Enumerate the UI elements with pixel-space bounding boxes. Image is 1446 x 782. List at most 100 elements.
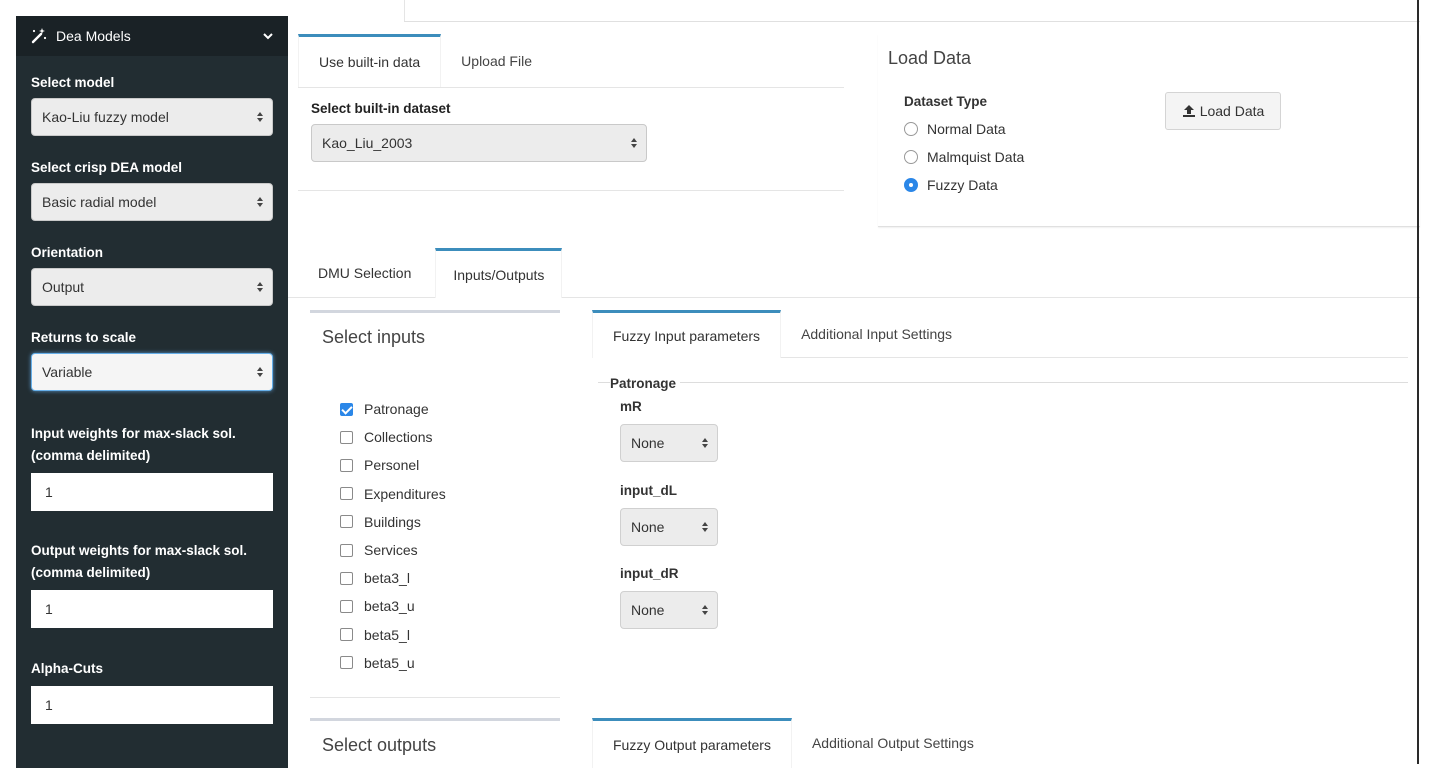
checkbox[interactable] <box>340 599 353 613</box>
dataset-label: Select built-in dataset <box>311 101 451 116</box>
radio-button[interactable] <box>904 122 918 136</box>
magic-wand-icon <box>31 28 47 44</box>
fuzzy-input-tabs: Fuzzy Input parameters Additional Input … <box>592 310 1408 358</box>
checkbox[interactable] <box>340 430 353 444</box>
checkbox-row[interactable]: Patronage <box>340 395 446 423</box>
checkbox-row[interactable]: Buildings <box>340 508 446 536</box>
dataset-type-group: Dataset Type Normal Data Malmquist Data … <box>904 94 1024 199</box>
select-model-label: Select model <box>31 75 115 90</box>
param-label: input_dR <box>620 566 679 581</box>
dropdown-value: None <box>631 519 665 535</box>
radio-label: Fuzzy Data <box>927 177 998 193</box>
checkbox[interactable] <box>340 628 353 642</box>
dataset-type-label: Dataset Type <box>904 94 988 109</box>
checkbox-row[interactable]: beta5_u <box>340 649 446 677</box>
radio-malmquist-data[interactable]: Malmquist Data <box>904 143 1024 171</box>
dataset-value: Kao_Liu_2003 <box>322 135 413 151</box>
dropdown-value: None <box>631 602 665 618</box>
tab-fuzzy-output-parameters[interactable]: Fuzzy Output parameters <box>592 718 792 768</box>
select-caret-icon <box>702 438 708 448</box>
tab-use-built-in-data[interactable]: Use built-in data <box>298 34 442 87</box>
output-weights-field[interactable]: 1 <box>31 590 273 628</box>
returns-to-scale-dropdown[interactable]: Variable <box>31 353 273 391</box>
chevron-down-icon[interactable] <box>262 30 274 42</box>
fieldset-legend-patronage: Patronage <box>610 376 681 391</box>
inputs-checkbox-list: Patronage Collections Personel Expenditu… <box>340 395 446 677</box>
input-weights-field[interactable]: 1 <box>31 473 273 511</box>
checkbox[interactable] <box>340 458 353 472</box>
fuzzy-output-tabs: Fuzzy Output parameters Additional Outpu… <box>592 718 1408 768</box>
tab-fuzzy-input-parameters[interactable]: Fuzzy Input parameters <box>592 310 782 358</box>
fuzzy-output-panel: Fuzzy Output parameters Additional Outpu… <box>592 718 1408 768</box>
checkbox-label: Expenditures <box>364 485 446 502</box>
param-label: input_dL <box>620 483 677 498</box>
checkbox-row[interactable]: Personel <box>340 451 446 479</box>
tab-inputs-outputs[interactable]: Inputs/Outputs <box>435 248 563 298</box>
checkbox-row[interactable]: beta3_u <box>340 592 446 620</box>
checkbox-row[interactable]: Expenditures <box>340 480 446 508</box>
tab-upload-file[interactable]: Upload File <box>441 34 552 87</box>
select-caret-icon <box>257 367 263 377</box>
checkbox-checked[interactable] <box>340 402 353 416</box>
select-model-dropdown[interactable]: Kao-Liu fuzzy model <box>31 98 273 136</box>
checkbox-label: Collections <box>364 429 433 446</box>
crisp-model-dropdown[interactable]: Basic radial model <box>31 183 273 221</box>
input-dr-dropdown[interactable]: None <box>620 591 718 629</box>
orientation-value: Output <box>42 279 85 295</box>
tab-dmu-selection[interactable]: DMU Selection <box>288 248 435 298</box>
checkbox[interactable] <box>340 515 353 529</box>
tab-additional-input-settings[interactable]: Additional Input Settings <box>781 310 972 358</box>
checkbox-row[interactable]: beta5_l <box>340 621 446 649</box>
divider <box>598 382 1408 383</box>
tab-additional-output-settings[interactable]: Additional Output Settings <box>792 718 994 768</box>
divider <box>404 21 1420 22</box>
load-data-button-label: Load Data <box>1199 103 1265 119</box>
checkbox[interactable] <box>340 487 353 501</box>
radio-normal-data[interactable]: Normal Data <box>904 115 1024 143</box>
dataset-dropdown[interactable]: Kao_Liu_2003 <box>311 124 647 162</box>
select-caret-icon <box>257 112 263 122</box>
load-data-title: Load Data <box>888 48 972 68</box>
radio-label: Malmquist Data <box>927 149 1025 165</box>
output-weights-label-line1: Output weights for max-slack sol. <box>31 543 248 558</box>
select-model-value: Kao-Liu fuzzy model <box>42 109 169 125</box>
scrollbar-edge[interactable] <box>1417 0 1419 764</box>
checkbox-label: beta3_l <box>364 570 410 587</box>
main-content: Use built-in data Upload File Select bui… <box>288 0 1446 782</box>
load-data-button[interactable]: Load Data <box>1165 92 1281 130</box>
input-dl-dropdown[interactable]: None <box>620 508 718 546</box>
alpha-cuts-field[interactable]: 1 <box>31 686 273 724</box>
input-weights-label-line1: Input weights for max-slack sol. <box>31 426 236 441</box>
output-weights-label-line2: (comma delimited) <box>31 565 151 580</box>
param-input-dl: input_dL None <box>620 482 718 546</box>
param-input-dr: input_dR None <box>620 565 718 629</box>
fuzzy-input-panel: Fuzzy Input parameters Additional Input … <box>592 310 1408 629</box>
orientation-label: Orientation <box>31 245 104 260</box>
radio-button[interactable] <box>904 150 918 164</box>
divider <box>404 0 405 22</box>
input-weights-label-line2: (comma delimited) <box>31 448 151 463</box>
select-caret-icon <box>257 282 263 292</box>
radio-fuzzy-data[interactable]: Fuzzy Data <box>904 171 1024 199</box>
crisp-model-value: Basic radial model <box>42 194 157 210</box>
orientation-dropdown[interactable]: Output <box>31 268 273 306</box>
param-mr: mR None <box>620 398 718 462</box>
radio-button-checked[interactable] <box>904 178 918 192</box>
checkbox-row[interactable]: Collections <box>340 423 446 451</box>
checkbox-row[interactable]: beta3_l <box>340 564 446 592</box>
checkbox-row[interactable]: Services <box>340 536 446 564</box>
sidebar-menu-header[interactable]: Dea Models <box>16 16 288 56</box>
checkbox[interactable] <box>340 656 353 670</box>
checkbox[interactable] <box>340 571 353 585</box>
checkbox[interactable] <box>340 543 353 557</box>
checkbox-label: Patronage <box>364 401 429 418</box>
returns-to-scale-value: Variable <box>42 364 93 380</box>
mr-dropdown[interactable]: None <box>620 424 718 462</box>
dropdown-value: None <box>631 435 665 451</box>
select-caret-icon <box>702 522 708 532</box>
select-outputs-title: Select outputs <box>322 735 437 755</box>
select-caret-icon <box>257 197 263 207</box>
checkbox-label: Buildings <box>364 513 421 530</box>
checkbox-label: Personel <box>364 457 420 474</box>
data-source-tabs: Use built-in data Upload File <box>298 34 844 88</box>
